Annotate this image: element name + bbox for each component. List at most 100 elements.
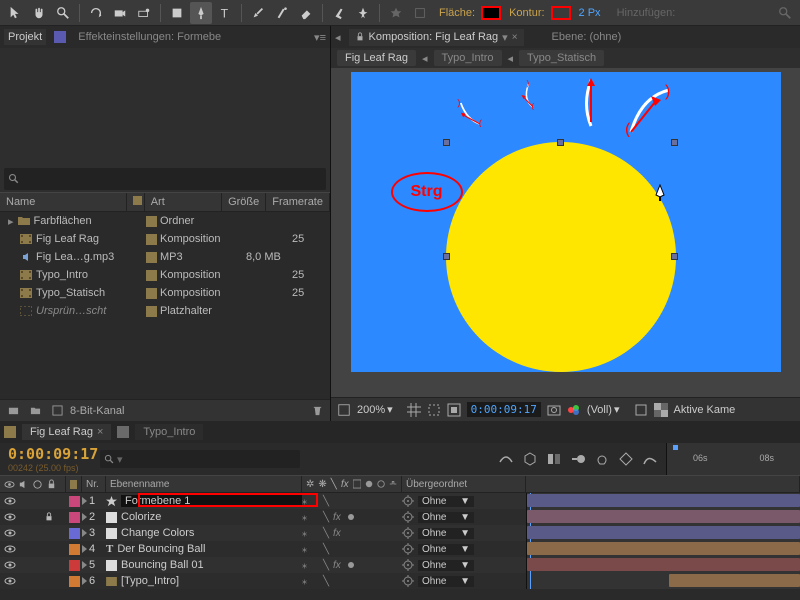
speaker-icon: [18, 479, 29, 490]
pin-tool[interactable]: [352, 2, 374, 24]
magnify-icon[interactable]: [337, 402, 351, 418]
frame-blend-icon[interactable]: [544, 450, 564, 468]
new-folder-icon[interactable]: [26, 403, 44, 419]
sun-shape[interactable]: [446, 142, 676, 372]
svg-text:): ): [665, 83, 670, 100]
timeline-timecode[interactable]: 0:00:09:17 00242 (25.00 fps): [0, 443, 100, 475]
col-framerate-header[interactable]: Framerate: [266, 193, 330, 211]
nr-header[interactable]: Nr.: [82, 476, 106, 492]
svg-text:(: (: [478, 118, 482, 127]
layer-row[interactable]: 5Bouncing Ball 01⁎╲fxOhne ▼: [0, 557, 800, 573]
ray-path-2[interactable]: )(: [511, 80, 551, 110]
timeline-tab-active[interactable]: Fig Leaf Rag×: [22, 424, 111, 440]
layer-row[interactable]: 2Colorize⁎╲fxOhne ▼: [0, 509, 800, 525]
mask-icon[interactable]: [447, 402, 461, 418]
brainstorm-icon[interactable]: [592, 450, 612, 468]
layer-row[interactable]: 4TDer Bouncing Ball⁎╲Ohne ▼: [0, 541, 800, 557]
project-tab[interactable]: Projekt: [4, 29, 46, 45]
solo-icon: [32, 479, 43, 490]
layername-header[interactable]: Ebenenname: [106, 476, 302, 492]
parent-header[interactable]: Übergeordnet: [402, 476, 526, 492]
col-label-header[interactable]: [127, 193, 145, 211]
time-ruler[interactable]: 06s08s: [666, 443, 800, 475]
graph-editor-icon[interactable]: [640, 450, 660, 468]
pen-cursor-icon: [653, 184, 667, 202]
layer-list[interactable]: 1Formebene 1⁎╲Ohne ▼2Colorize⁎╲fxOhne ▼3…: [0, 493, 800, 600]
transparency-grid-icon[interactable]: [654, 402, 668, 418]
hand-tool[interactable]: [28, 2, 50, 24]
stroke-swatch[interactable]: [551, 6, 571, 20]
svg-text:(: (: [531, 102, 534, 110]
project-item[interactable]: Typo_IntroKomposition25: [0, 266, 330, 284]
auto-keyframe-icon[interactable]: [616, 450, 636, 468]
project-item[interactable]: Ursprün…schtPlatzhalter: [0, 302, 330, 320]
svg-text:(: (: [625, 121, 631, 137]
project-item[interactable]: ▸FarbflächenOrdner: [0, 212, 330, 230]
draft3d-icon[interactable]: [520, 450, 540, 468]
close-tab-icon[interactable]: ×: [512, 32, 518, 43]
eye-icon: [4, 479, 15, 490]
layer-row[interactable]: 3Change Colors⁎╲fxOhne ▼: [0, 525, 800, 541]
clone-tool[interactable]: [271, 2, 293, 24]
panel-menu-icon[interactable]: ▾≡: [314, 31, 326, 44]
zoom-tool[interactable]: [52, 2, 74, 24]
label-header: [66, 476, 82, 492]
rotobrush-tool[interactable]: [328, 2, 350, 24]
effects-tab[interactable]: Effekteinstellungen: Formebe: [74, 29, 225, 45]
ray-path-1[interactable]: )(: [451, 97, 491, 127]
crumb-0[interactable]: Fig Leaf Rag: [337, 50, 416, 66]
project-search[interactable]: [4, 168, 326, 190]
layer-tab[interactable]: Ebene: (ohne): [552, 31, 622, 43]
guides-icon[interactable]: [427, 402, 441, 418]
timeline-search[interactable]: ▾: [100, 450, 300, 468]
fill-swatch[interactable]: [481, 6, 501, 20]
favorite-icon[interactable]: [385, 2, 407, 24]
motion-blur-icon[interactable]: [568, 450, 588, 468]
grid-icon[interactable]: [407, 402, 421, 418]
composition-canvas[interactable]: )( )( () Strg: [351, 72, 781, 372]
brush-tool[interactable]: [247, 2, 269, 24]
stroke-width-value[interactable]: 2 Px: [579, 7, 601, 19]
snap-icon[interactable]: [409, 2, 431, 24]
active-camera-label[interactable]: Aktive Kame: [674, 404, 736, 416]
project-item[interactable]: Fig Leaf RagKomposition25: [0, 230, 330, 248]
col-name-header[interactable]: Name: [0, 193, 127, 211]
stroke-label: Kontur:: [509, 7, 544, 19]
layer-row[interactable]: 6[Typo_Intro]⁎╲Ohne ▼: [0, 573, 800, 589]
col-size-header[interactable]: Größe: [222, 193, 266, 211]
interpret-footage-icon[interactable]: [4, 403, 22, 419]
snapshot-icon[interactable]: [547, 402, 561, 418]
channel-icon[interactable]: [567, 402, 581, 418]
ray-path-4[interactable]: (): [621, 82, 676, 137]
composition-panel: ◂ Komposition: Fig Leaf Rag ▾ × Ebene: (…: [330, 26, 800, 421]
project-item[interactable]: Typo_StatischKomposition25: [0, 284, 330, 302]
search-icon[interactable]: [774, 2, 796, 24]
selection-tool[interactable]: [4, 2, 26, 24]
composition-viewer[interactable]: )( )( () Strg: [331, 68, 800, 397]
timeline-tab-inactive[interactable]: Typo_Intro: [135, 424, 203, 440]
current-time[interactable]: 0:00:09:17: [467, 402, 541, 417]
bpc-toggle[interactable]: 8-Bit-Kanal: [70, 405, 124, 417]
resolution-dropdown[interactable]: (Voll) ▾: [587, 403, 620, 416]
ray-path-3[interactable]: [576, 74, 606, 129]
trash-icon[interactable]: [308, 403, 326, 419]
eraser-tool[interactable]: [295, 2, 317, 24]
crumb-1[interactable]: Typo_Intro: [434, 50, 502, 66]
project-item-list[interactable]: ▸FarbflächenOrdnerFig Leaf RagKompositio…: [0, 212, 330, 399]
close-icon[interactable]: ×: [97, 426, 103, 438]
project-item[interactable]: Fig Lea…g.mp3MP38,0 MB: [0, 248, 330, 266]
pan-behind-tool[interactable]: [133, 2, 155, 24]
new-comp-icon[interactable]: [48, 403, 66, 419]
shy-toggle-icon[interactable]: [496, 450, 516, 468]
rotation-tool[interactable]: [85, 2, 107, 24]
camera-tool[interactable]: [109, 2, 131, 24]
col-type-header[interactable]: Art: [145, 193, 222, 211]
shape-tool[interactable]: [166, 2, 188, 24]
zoom-dropdown[interactable]: 200% ▾: [357, 403, 393, 416]
layer-row[interactable]: 1Formebene 1⁎╲Ohne ▼: [0, 493, 800, 509]
crumb-2[interactable]: Typo_Statisch: [519, 50, 604, 66]
composition-tab[interactable]: Komposition: Fig Leaf Rag ▾ ×: [349, 29, 524, 46]
roi-icon[interactable]: [634, 402, 648, 418]
text-tool[interactable]: T: [214, 2, 236, 24]
pen-tool[interactable]: [190, 2, 212, 24]
